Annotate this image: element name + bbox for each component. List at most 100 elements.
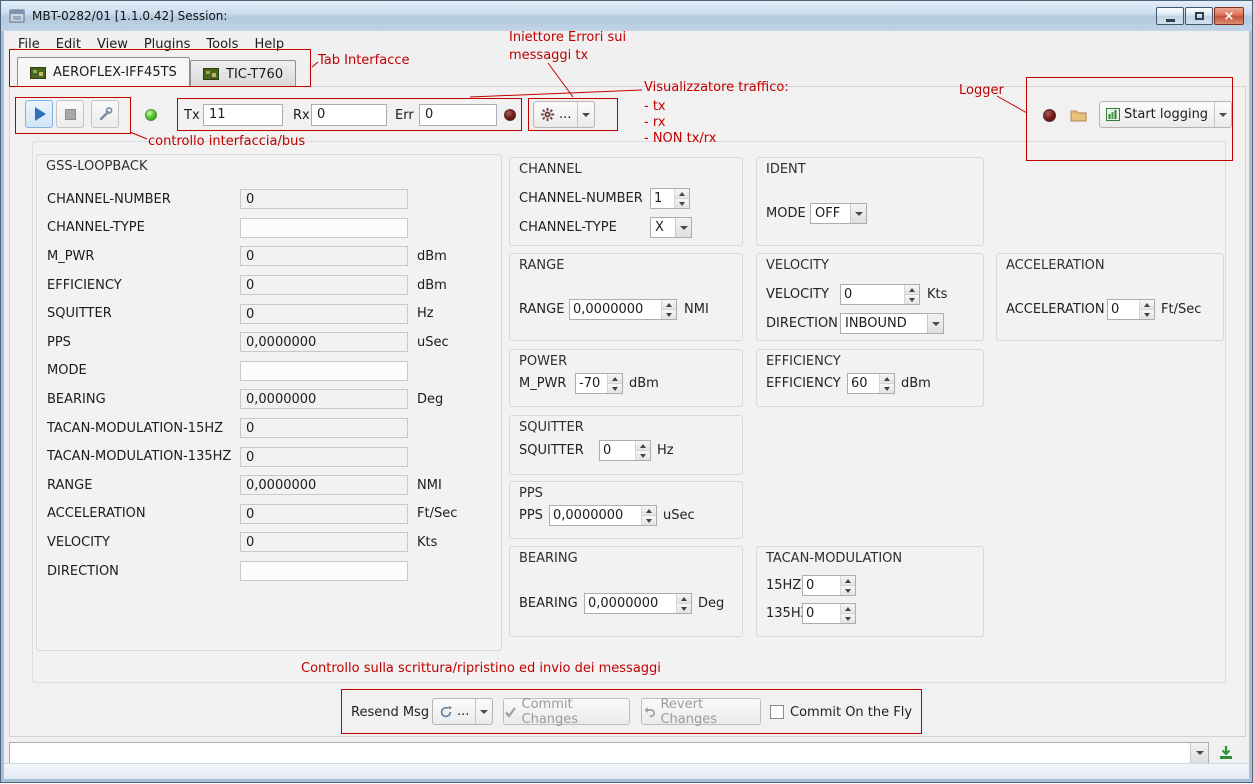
gss-row: VELOCITY0Kts: [47, 528, 495, 557]
unit-label: dBm: [629, 376, 659, 391]
chevron-down-icon[interactable]: [1190, 743, 1208, 763]
spin-down-icon[interactable]: [880, 383, 894, 393]
app-icon: [9, 8, 25, 24]
group-range: RANGE RANGE 0,0000000 NMI: [509, 253, 743, 341]
spin-up-icon[interactable]: [905, 285, 919, 294]
spin-up-icon[interactable]: [841, 604, 855, 613]
group-acceleration: ACCELERATION ACCELERATION 0 Ft/Sec: [996, 253, 1224, 341]
unit-label: Kts: [417, 535, 437, 550]
readonly-field: 0: [240, 246, 408, 266]
field-label: 15HZ: [766, 578, 801, 593]
spin-down-icon[interactable]: [662, 309, 676, 319]
spin-up-icon[interactable]: [642, 506, 656, 515]
efficiency-spinner[interactable]: 60: [847, 373, 895, 394]
play-icon: [35, 107, 46, 121]
field-label: M_PWR: [47, 249, 240, 264]
pps-spinner[interactable]: 0,0000000: [549, 505, 657, 526]
chevron-down-icon[interactable]: [475, 699, 492, 724]
spin-up-icon[interactable]: [636, 441, 650, 450]
spin-down-icon[interactable]: [677, 603, 691, 613]
tab-aeroflex-iff45ts[interactable]: AEROFLEX-IFF45TS: [17, 57, 190, 87]
spin-up-icon[interactable]: [608, 374, 622, 383]
field-label: VELOCITY: [47, 535, 240, 550]
field-label: TACAN-MODULATION-135HZ: [47, 449, 240, 464]
direction-select[interactable]: INBOUND: [840, 313, 944, 334]
gss-row: BEARING0,0000000Deg: [47, 385, 495, 414]
bearing-spinner[interactable]: 0,0000000: [584, 593, 692, 614]
unit-label: uSec: [417, 335, 449, 350]
spin-up-icon[interactable]: [1140, 300, 1154, 309]
gss-row: DIRECTION: [47, 557, 495, 586]
acceleration-spinner[interactable]: 0: [1107, 299, 1155, 320]
ident-mode-select[interactable]: OFF: [810, 203, 867, 224]
logger-status-led: [1043, 109, 1056, 122]
start-logging-button[interactable]: Start logging: [1099, 101, 1232, 128]
start-bus-button[interactable]: [25, 100, 53, 128]
spin-up-icon[interactable]: [841, 576, 855, 585]
field-label: PPS: [47, 335, 240, 350]
tab-tic-t760[interactable]: TIC-T760: [190, 60, 296, 87]
chevron-down-icon[interactable]: [850, 204, 866, 223]
menu-item-help[interactable]: Help: [246, 33, 292, 56]
readonly-field: 0: [240, 189, 408, 209]
spin-down-icon[interactable]: [841, 613, 855, 623]
tab-label: AEROFLEX-IFF45TS: [53, 65, 177, 80]
group-bearing: BEARING BEARING 0,0000000 Deg: [509, 546, 743, 637]
configure-bus-button[interactable]: [91, 100, 119, 128]
spin-up-icon[interactable]: [662, 300, 676, 309]
gear-icon: [540, 107, 555, 122]
spin-down-icon[interactable]: [608, 383, 622, 393]
channel-number-spinner[interactable]: 1: [650, 188, 690, 209]
chevron-down-icon[interactable]: [927, 314, 943, 333]
save-message-button[interactable]: [1214, 741, 1238, 765]
readonly-field: 0: [240, 275, 408, 295]
spin-down-icon[interactable]: [642, 515, 656, 525]
spin-up-icon[interactable]: [677, 594, 691, 603]
readonly-field: 0,0000000: [240, 475, 408, 495]
resend-msg-button[interactable]: ...: [432, 698, 493, 725]
close-button[interactable]: ×: [1214, 7, 1244, 25]
error-injector-button[interactable]: ...: [533, 101, 595, 128]
menu-item-plugins[interactable]: Plugins: [136, 33, 199, 56]
spinner-value: 0,0000000: [550, 506, 641, 525]
unit-label: Ft/Sec: [417, 506, 457, 521]
chevron-down-icon[interactable]: [675, 218, 691, 237]
menu-item-tools[interactable]: Tools: [198, 33, 246, 56]
squitter-spinner[interactable]: 0: [599, 440, 651, 461]
revert-changes-button[interactable]: Revert Changes: [641, 698, 761, 725]
menu-item-view[interactable]: View: [89, 33, 136, 56]
menu-item-edit[interactable]: Edit: [48, 33, 89, 56]
chevron-down-icon[interactable]: [1214, 102, 1231, 127]
message-combobox[interactable]: [9, 742, 1209, 764]
group-squitter: SQUITTER SQUITTER 0 Hz: [509, 415, 743, 475]
spin-down-icon[interactable]: [675, 198, 689, 208]
spin-down-icon[interactable]: [1140, 309, 1154, 319]
menu-item-file[interactable]: File: [10, 33, 48, 56]
maximize-button[interactable]: [1185, 7, 1213, 25]
chevron-down-icon[interactable]: [577, 102, 594, 127]
spin-up-icon[interactable]: [880, 374, 894, 383]
spin-up-icon[interactable]: [675, 189, 689, 198]
velocity-spinner[interactable]: 0: [840, 284, 920, 305]
open-log-folder-button[interactable]: [1065, 102, 1091, 128]
range-spinner[interactable]: 0,0000000: [569, 299, 677, 320]
minimize-button[interactable]: [1156, 7, 1184, 25]
unit-label: uSec: [663, 508, 695, 523]
spin-down-icon[interactable]: [905, 294, 919, 304]
titlebar: MBT-0282/01 [1.1.0.42] Session:: [1, 1, 1252, 31]
commit-changes-button[interactable]: Commit Changes: [503, 698, 630, 725]
channel-type-select[interactable]: X: [650, 217, 692, 238]
unit-label: NMI: [684, 302, 709, 317]
tacan-135hz-spinner[interactable]: 0: [802, 603, 856, 624]
field-label: VELOCITY: [766, 287, 829, 302]
field-label: CHANNEL-NUMBER: [47, 192, 240, 207]
commit-on-fly-checkbox[interactable]: [770, 705, 784, 719]
gss-row: CHANNEL-NUMBER0: [47, 185, 495, 214]
mpwr-spinner[interactable]: -70: [575, 373, 623, 394]
spin-down-icon[interactable]: [636, 450, 650, 460]
spin-down-icon[interactable]: [841, 585, 855, 595]
spinner-arrows: [879, 374, 894, 393]
tacan-15hz-spinner[interactable]: 0: [802, 575, 856, 596]
stop-bus-button[interactable]: [56, 100, 84, 128]
spinner-value: 60: [848, 374, 879, 393]
